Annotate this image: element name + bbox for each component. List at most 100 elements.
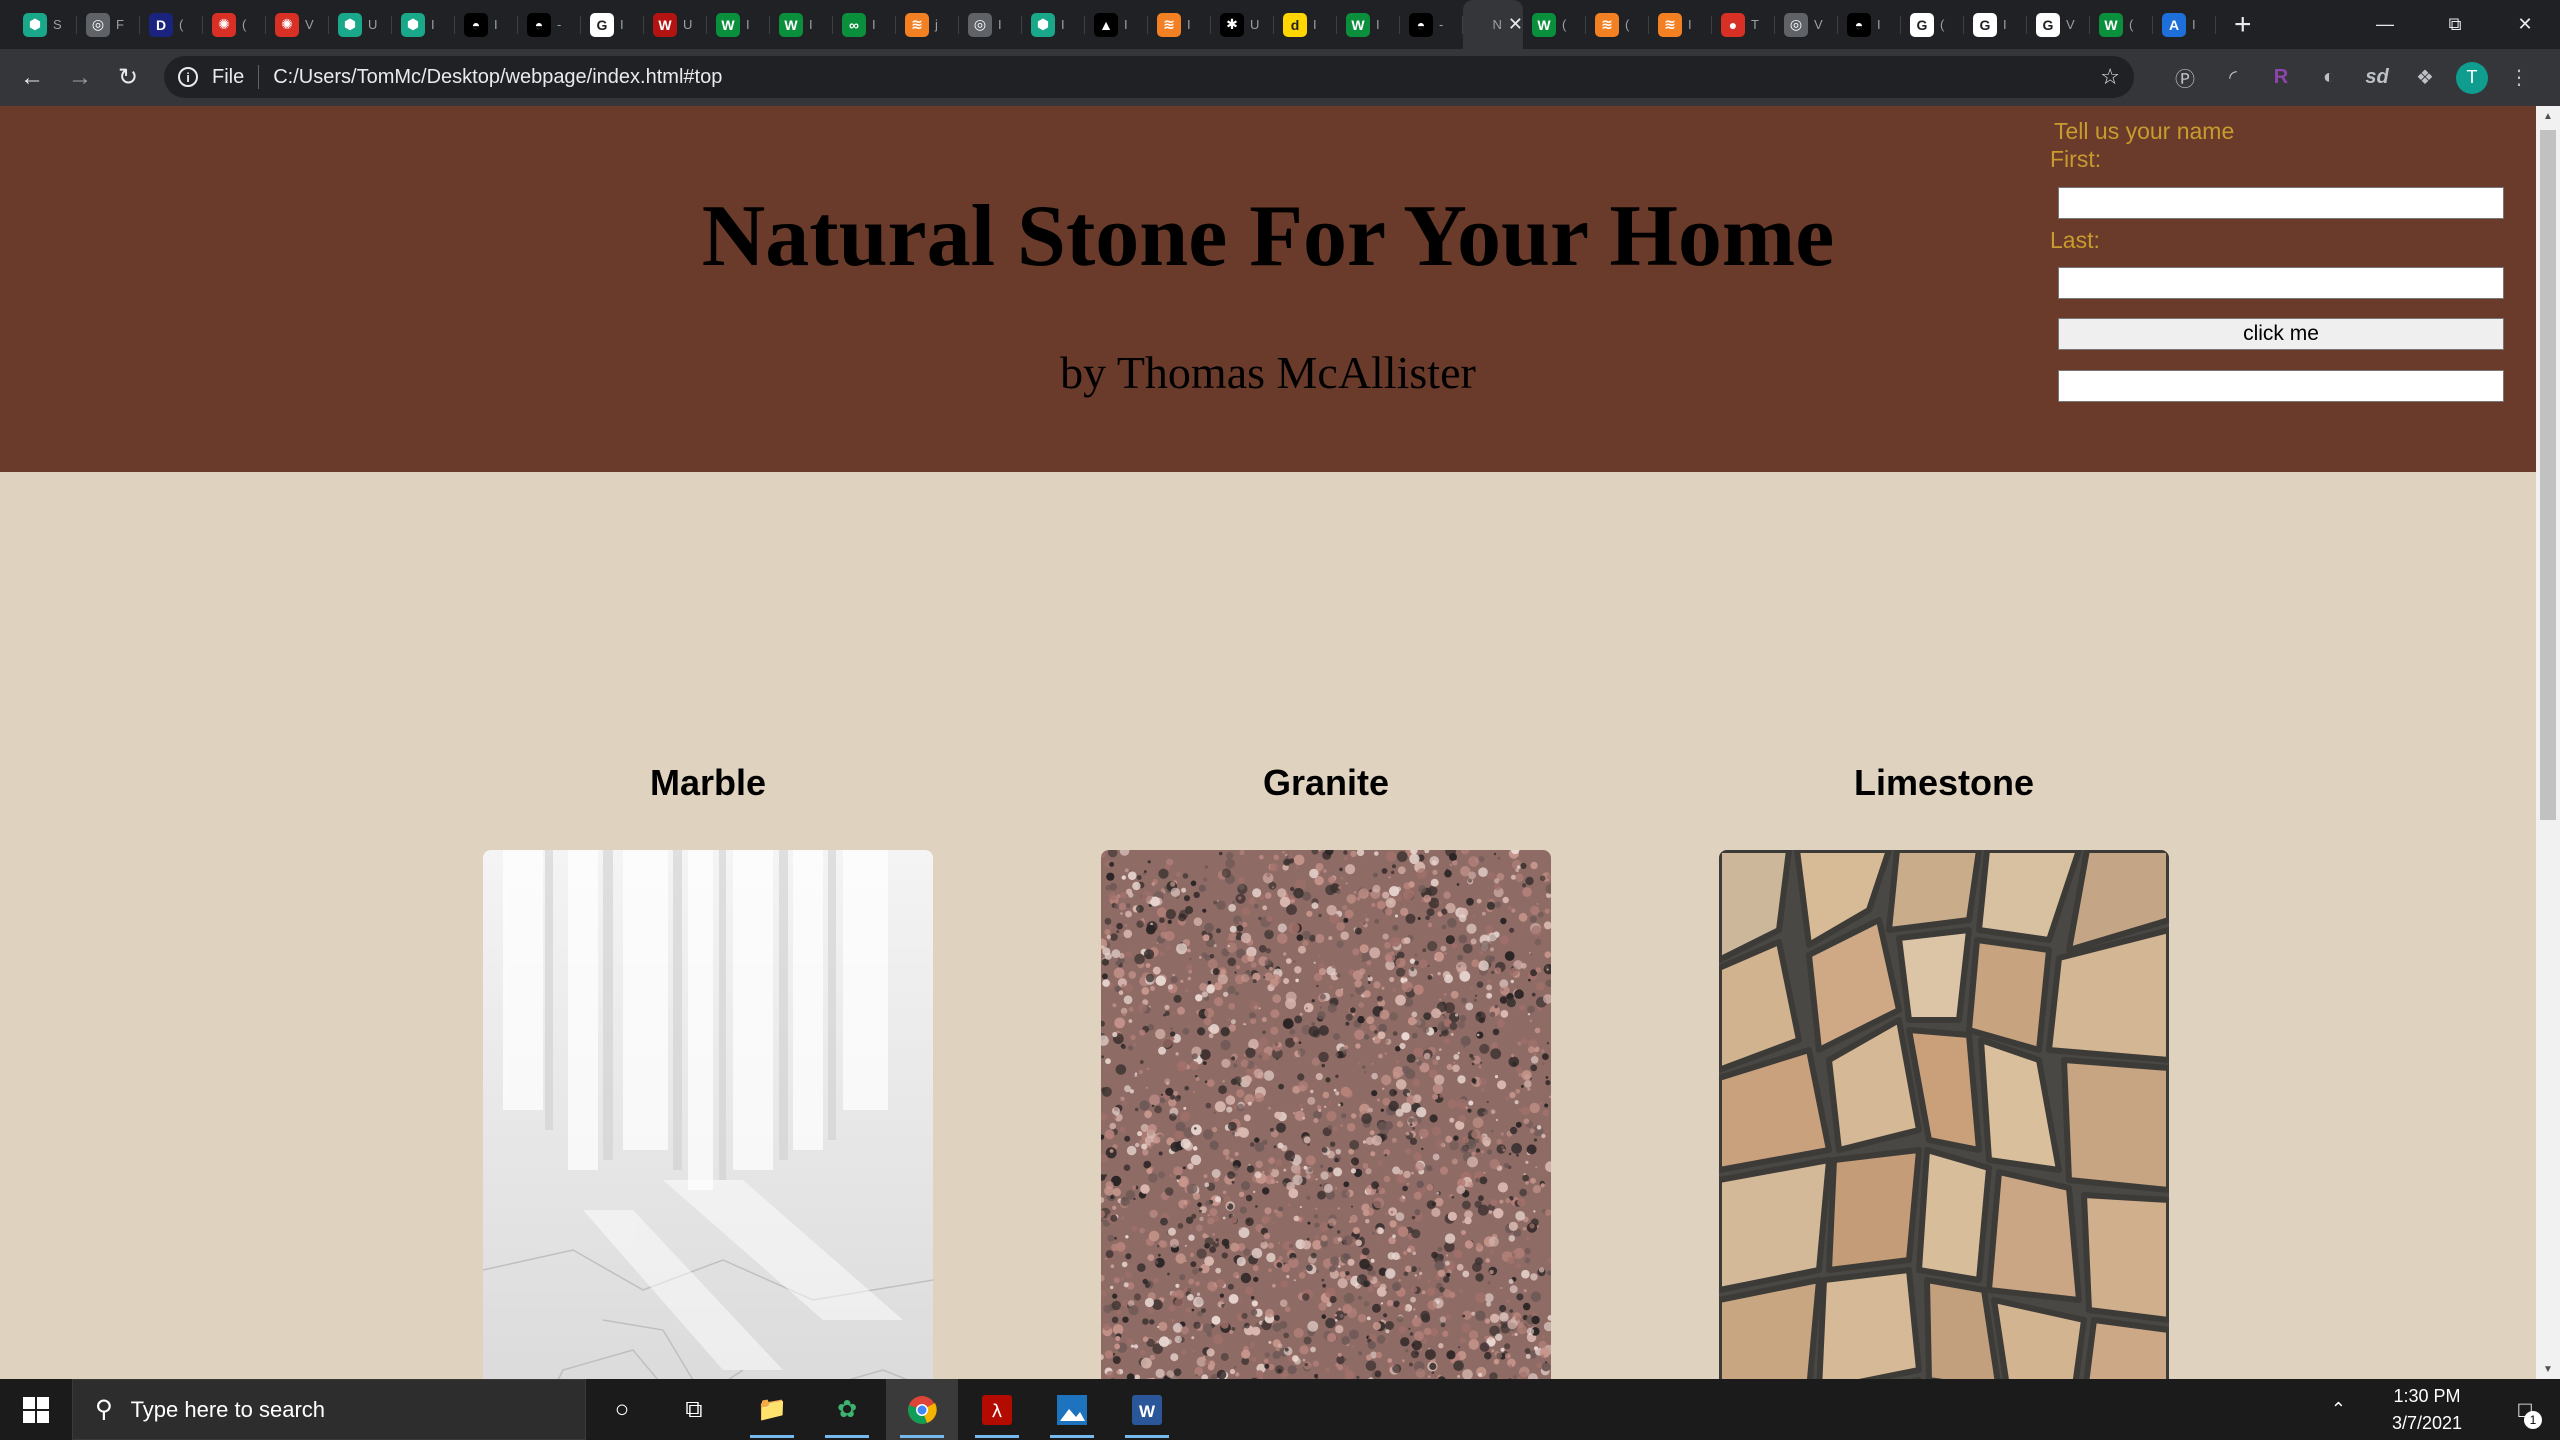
close-tab-icon[interactable]: ✕ (1508, 14, 1523, 35)
cortana-icon[interactable]: ○ (586, 1379, 658, 1440)
start-button[interactable] (0, 1379, 72, 1440)
browser-tab[interactable]: WI (707, 0, 770, 49)
browser-tab[interactable]: ∞ I (833, 0, 896, 49)
browser-tab[interactable]: ◓ - (1400, 0, 1463, 49)
extension-u-icon[interactable]: Ⓟ (2168, 61, 2202, 95)
last-name-input[interactable] (2058, 267, 2504, 299)
browser-tab[interactable]: ≋ I (1148, 0, 1211, 49)
browser-tab[interactable]: ◎ I (959, 0, 1022, 49)
google-icon: G (1910, 12, 1934, 37)
menu-dots-icon[interactable]: ⋮ (2502, 61, 2536, 95)
grey-circle-icon: ◎ (86, 12, 110, 37)
browser-tab[interactable]: ≋ I (1649, 0, 1712, 49)
browser-tab[interactable]: GI (1964, 0, 2027, 49)
stack-icon: ≋ (905, 12, 929, 37)
browser-tab[interactable]: ✱ U (1211, 0, 1274, 49)
cap-icon: ◓ (527, 12, 551, 37)
page-header: Natural Stone For Your Home by Thomas Mc… (0, 106, 2536, 472)
chrome-icon[interactable] (886, 1379, 958, 1440)
tab-title: I (872, 17, 876, 32)
url-text[interactable]: C:/Users/TomMc/Desktop/webpage/index.htm… (273, 66, 722, 89)
first-name-input[interactable] (2058, 187, 2504, 219)
tab-title: V (305, 17, 314, 32)
profile-avatar[interactable]: T (2456, 61, 2488, 94)
new-tab-icon[interactable]: + (2234, 9, 2252, 40)
az-icon: A (2162, 12, 2186, 37)
page-scrollbar[interactable]: ▲ ▼ (2536, 106, 2560, 1379)
tab-title: I (494, 17, 498, 32)
google-icon: G (1973, 12, 1997, 37)
photos-icon[interactable] (1036, 1379, 1108, 1440)
browser-tab[interactable]: GV (2027, 0, 2090, 49)
browser-tab[interactable]: WI (770, 0, 833, 49)
browser-tab[interactable]: ⬢ I (392, 0, 455, 49)
tab-strip: ⬢ S ◎ F D(✺(✺ V ⬢ U ⬢ I ◓ I ◓ - G I W U W I W I ∞ I ≋ j ◎ I ⬢ I ▲ I ≋ I ✱ U… (0, 0, 2560, 49)
omnibox-divider (258, 65, 260, 89)
d-icon: d (1283, 12, 1307, 37)
show-hidden-icons-chevron-icon[interactable]: ⌃ (2331, 1399, 2346, 1420)
tab-title: I (1061, 17, 1065, 32)
browser-tab[interactable]: ◎ V (1775, 0, 1838, 49)
browser-tab[interactable]: D( (140, 0, 203, 49)
extension-arc-icon[interactable]: ◜ (2216, 61, 2250, 95)
cap-icon: ◓ (464, 12, 488, 37)
back-arrow-icon[interactable]: ← (8, 54, 56, 102)
browser-tab[interactable]: ≋ j (896, 0, 959, 49)
marble-photo (483, 850, 933, 1379)
hexagon-icon: ⬢ (23, 12, 47, 37)
extension-sd-icon[interactable]: sd (2360, 61, 2394, 95)
scrollbar-thumb[interactable] (2540, 130, 2556, 820)
tab-title: T (1751, 17, 1759, 32)
tab-title: U (1250, 17, 1260, 32)
reload-icon[interactable]: ↻ (104, 54, 152, 102)
forward-arrow-icon[interactable]: → (56, 54, 104, 102)
browser-tab[interactable]: ⬢ S (14, 0, 77, 49)
browser-tab[interactable]: ≋( (1586, 0, 1649, 49)
browser-tab[interactable]: ✺( (203, 0, 266, 49)
svg-text:λ: λ (992, 1401, 1003, 1422)
action-center-icon[interactable]: □ 1 (2500, 1397, 2550, 1429)
browser-tab[interactable]: G( (1901, 0, 1964, 49)
browser-tab[interactable]: N ✕ (1463, 0, 1523, 49)
tab-title: I (1187, 17, 1191, 32)
minimize-icon[interactable]: — (2350, 0, 2420, 49)
pycharm-icon[interactable]: ✿ (811, 1379, 883, 1440)
close-window-icon[interactable]: ✕ (2490, 0, 2560, 49)
file-explorer-icon[interactable]: 📁 (736, 1379, 808, 1440)
tab-title: V (1814, 17, 1823, 32)
greeting-output-field[interactable] (2058, 370, 2504, 402)
stone-heading: Granite (1262, 762, 1390, 803)
taskbar-clock[interactable]: 1:30 PM 3/7/2021 (2372, 1383, 2482, 1437)
restore-icon[interactable]: ⧉ (2420, 0, 2490, 49)
browser-tab[interactable]: AI (2153, 0, 2216, 49)
browser-tab[interactable]: ◓ I (455, 0, 518, 49)
browser-tab[interactable]: ▲ I (1085, 0, 1148, 49)
click-me-button[interactable]: click me (2058, 318, 2504, 350)
scroll-down-arrow-icon[interactable]: ▼ (2536, 1359, 2560, 1379)
info-icon[interactable]: i (178, 67, 198, 87)
scroll-up-arrow-icon[interactable]: ▲ (2536, 106, 2560, 126)
browser-tab[interactable]: ◓ - (518, 0, 581, 49)
browser-tab[interactable]: GI (581, 0, 644, 49)
browser-tab[interactable]: ⬢ I (1022, 0, 1085, 49)
extension-r-icon[interactable]: R (2264, 61, 2298, 95)
extensions-puzzle-icon[interactable]: ❖ (2408, 61, 2442, 95)
address-bar[interactable]: i File C:/Users/TomMc/Desktop/webpage/in… (164, 56, 2134, 98)
browser-tab[interactable]: ● T (1712, 0, 1775, 49)
browser-tab[interactable]: ⬢ U (329, 0, 392, 49)
taskbar-search-box[interactable]: ⚲ Type here to search (72, 1379, 586, 1440)
browser-tab[interactable]: ◎ F (77, 0, 140, 49)
extension-circle-icon[interactable]: ◐ (2312, 61, 2346, 95)
stack-icon: ≋ (1658, 12, 1682, 37)
browser-tab[interactable]: WU (644, 0, 707, 49)
browser-tab[interactable]: ✺ V (266, 0, 329, 49)
word-icon[interactable]: W (1111, 1379, 1183, 1440)
browser-tab[interactable]: W( (1523, 0, 1586, 49)
browser-tab[interactable]: W( (2090, 0, 2153, 49)
acrobat-icon[interactable]: λ (961, 1379, 1033, 1440)
browser-tab[interactable]: WI (1337, 0, 1400, 49)
browser-tab[interactable]: dI (1274, 0, 1337, 49)
task-view-icon[interactable]: ⧉ (658, 1379, 730, 1440)
browser-tab[interactable]: ◓ I (1838, 0, 1901, 49)
bookmark-star-icon[interactable]: ☆ (2100, 64, 2120, 90)
